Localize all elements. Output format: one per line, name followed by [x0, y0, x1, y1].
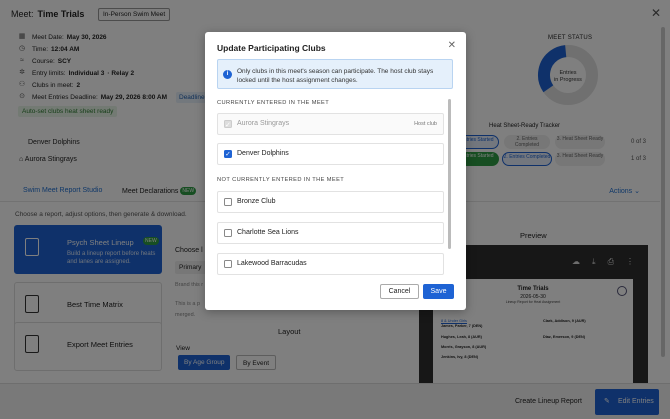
club-row-bronze-club[interactable]: Bronze Club — [217, 191, 444, 213]
info-icon: i — [223, 70, 232, 79]
club-name: Denver Dolphins — [237, 150, 289, 157]
club-row-aurora-stingrays: ✓ Aurora Stingrays Host club — [217, 113, 444, 135]
save-button[interactable]: Save — [423, 284, 454, 299]
cancel-button[interactable]: Cancel — [380, 284, 419, 299]
club-row-denver-dolphins[interactable]: ✓ Denver Dolphins — [217, 143, 444, 165]
club-row-lakewood-barracudas[interactable]: Lakewood Barracudas — [217, 253, 444, 275]
club-name: Aurora Stingrays — [237, 120, 290, 127]
checkbox[interactable] — [224, 198, 232, 206]
club-name: Bronze Club — [237, 198, 276, 205]
checkbox[interactable] — [224, 229, 232, 237]
checkbox: ✓ — [224, 120, 232, 129]
info-banner: i Only clubs in this meet's season can p… — [217, 59, 453, 89]
host-club-tag: Host club — [414, 121, 437, 127]
club-list-scrollbar[interactable] — [448, 99, 451, 249]
section-heading-not-entered: NOT CURRENTLY ENTERED IN THE MEET — [217, 177, 345, 183]
club-name: Lakewood Barracudas — [237, 260, 307, 267]
club-name: Charlotte Sea Lions — [237, 229, 299, 236]
update-clubs-dialog: Update Participating Clubs ✕ i Only club… — [205, 32, 466, 310]
club-row-charlotte-sea-lions[interactable]: Charlotte Sea Lions — [217, 222, 444, 244]
checkbox[interactable]: ✓ — [224, 150, 232, 158]
close-icon[interactable]: ✕ — [448, 40, 456, 51]
club-list: CURRENTLY ENTERED IN THE MEET ✓ Aurora S… — [217, 100, 459, 275]
checkbox[interactable] — [224, 260, 232, 268]
section-heading-entered: CURRENTLY ENTERED IN THE MEET — [217, 100, 330, 106]
info-text: Only clubs in this meet's season can par… — [237, 68, 434, 84]
dialog-title: Update Participating Clubs — [217, 43, 326, 53]
